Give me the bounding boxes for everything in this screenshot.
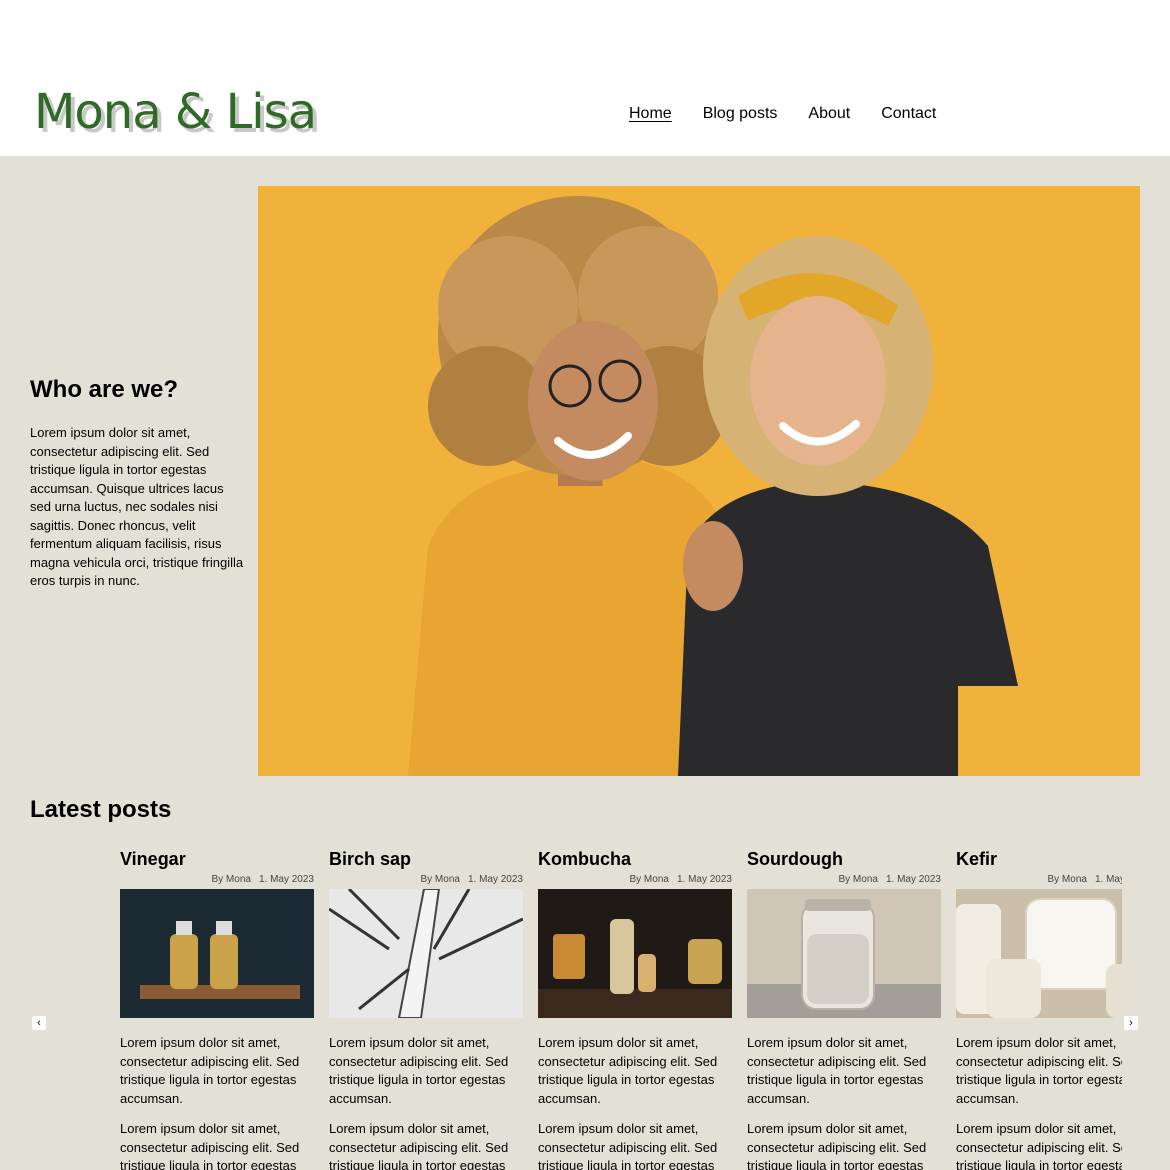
about-title: Who are we? — [30, 376, 179, 403]
post-author: By Mona — [211, 874, 251, 885]
post-excerpt: Lorem ipsum dolor sit amet, consectetur … — [329, 1035, 509, 1106]
post-date: 1. May 2023 — [676, 874, 732, 885]
post-card-kombucha[interactable]: Kombucha By Mona 1. May 2023 Lorem ipsum … — [538, 846, 732, 1170]
site-header: Mona & Lisa Home Blog posts About Contac… — [0, 0, 1170, 156]
post-excerpt: Lorem ipsum dolor sit amet, consectetur … — [956, 1121, 1122, 1170]
post-excerpt: Lorem ipsum dolor sit amet, consectetur … — [956, 1035, 1122, 1106]
post-card-vinegar[interactable]: Vinegar By Mona 1. May 2023 Lorem ipsum d… — [120, 846, 314, 1170]
post-date: 1. May 2023 — [467, 874, 523, 885]
post-title[interactable]: Birch sap — [329, 849, 523, 871]
post-excerpt: Lorem ipsum dolor sit amet, consectetur … — [120, 1121, 300, 1170]
post-meta: By Mona 1. May 2023 — [956, 871, 1122, 889]
post-image-vinegar[interactable] — [120, 889, 314, 1018]
hero-image — [258, 186, 1140, 776]
post-card-kefir[interactable]: Kefir By Mona 1. May 2023 Lorem ipsum dol… — [956, 846, 1122, 1170]
nav-blog-posts[interactable]: Blog posts — [703, 105, 778, 123]
post-excerpt: Lorem ipsum dolor sit amet, consectetur … — [120, 1035, 300, 1106]
post-title[interactable]: Kefir — [956, 849, 1122, 871]
main-content: Who are we? Lorem ipsum dolor sit amet, … — [0, 156, 1170, 1170]
post-excerpt: Lorem ipsum dolor sit amet, consectetur … — [538, 1035, 718, 1106]
main-nav: Home Blog posts About Contact — [629, 105, 936, 123]
post-excerpt: Lorem ipsum dolor sit amet, consectetur … — [538, 1121, 718, 1170]
post-title[interactable]: Vinegar — [120, 849, 314, 871]
carousel-prev-icon[interactable]: ‹ — [32, 1016, 46, 1030]
carousel-track: Vinegar By Mona 1. May 2023 Lorem ipsum d… — [120, 846, 1122, 1170]
post-author: By Mona — [838, 874, 878, 885]
site-logo[interactable]: Mona & Lisa — [34, 84, 317, 140]
about-text: Lorem ipsum dolor sit amet, consectetur … — [30, 425, 244, 588]
post-date: 1. May 2023 — [1094, 874, 1122, 885]
post-meta: By Mona 1. May 2023 — [747, 871, 941, 889]
post-meta: By Mona 1. May 2023 — [538, 871, 732, 889]
post-date: 1. May 2023 — [885, 874, 941, 885]
post-author: By Mona — [1047, 874, 1087, 885]
post-excerpt: Lorem ipsum dolor sit amet, consectetur … — [329, 1121, 509, 1170]
post-author: By Mona — [420, 874, 460, 885]
post-author: By Mona — [629, 874, 669, 885]
post-meta: By Mona 1. May 2023 — [120, 871, 314, 889]
carousel-next-icon[interactable]: › — [1124, 1016, 1138, 1030]
post-image-sourdough[interactable] — [747, 889, 941, 1018]
latest-posts-title: Latest posts — [30, 796, 172, 823]
post-excerpt: Lorem ipsum dolor sit amet, consectetur … — [747, 1121, 927, 1170]
post-title[interactable]: Sourdough — [747, 849, 941, 871]
post-excerpt: Lorem ipsum dolor sit amet, consectetur … — [747, 1035, 927, 1106]
nav-contact[interactable]: Contact — [881, 105, 936, 123]
post-image-birch-sap[interactable] — [329, 889, 523, 1018]
post-image-kefir[interactable] — [956, 889, 1122, 1018]
posts-carousel: Vinegar By Mona 1. May 2023 Lorem ipsum d… — [0, 846, 1170, 1170]
post-card-birch-sap[interactable]: Birch sap By Mona 1. May 2023 Lorem ipsum… — [329, 846, 523, 1170]
nav-home[interactable]: Home — [629, 105, 672, 123]
post-date: 1. May 2023 — [258, 874, 314, 885]
nav-about[interactable]: About — [808, 105, 850, 123]
post-card-sourdough[interactable]: Sourdough By Mona 1. May 2023 Lorem ipsum… — [747, 846, 941, 1170]
post-title[interactable]: Kombucha — [538, 849, 732, 871]
post-image-kombucha[interactable] — [538, 889, 732, 1018]
post-meta: By Mona 1. May 2023 — [329, 871, 523, 889]
